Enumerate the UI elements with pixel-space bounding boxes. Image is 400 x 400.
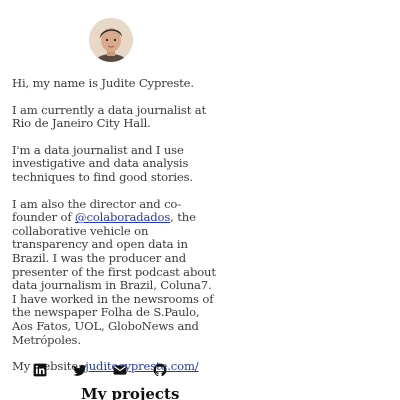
bio-paragraph: I am also the director and co-founder of… [12,197,217,348]
profile-photo-icon [89,18,133,62]
bio-suffix-text: , the collaborative vehicle on transpare… [12,210,216,347]
projects-heading: My projects [81,385,180,400]
greeting-text: Hi, my name is Judite Cypreste. [12,76,194,90]
social-links [32,362,192,378]
email-link[interactable] [112,362,128,378]
github-link[interactable] [152,362,168,378]
avatar [89,18,133,62]
colaboradados-link[interactable]: @colaboradados [75,210,170,224]
linkedin-icon [33,363,47,377]
twitter-link[interactable] [72,362,88,378]
twitter-icon [73,364,87,376]
bio-content: Hi, my name is Judite Cypreste. I am cur… [12,76,217,387]
github-icon [153,363,167,377]
email-icon [113,365,127,375]
linkedin-link[interactable] [32,362,48,378]
approach-text: I'm a data journalist and I use investig… [12,142,193,184]
current-role-text: I am currently a data journalist at Rio … [12,102,207,131]
